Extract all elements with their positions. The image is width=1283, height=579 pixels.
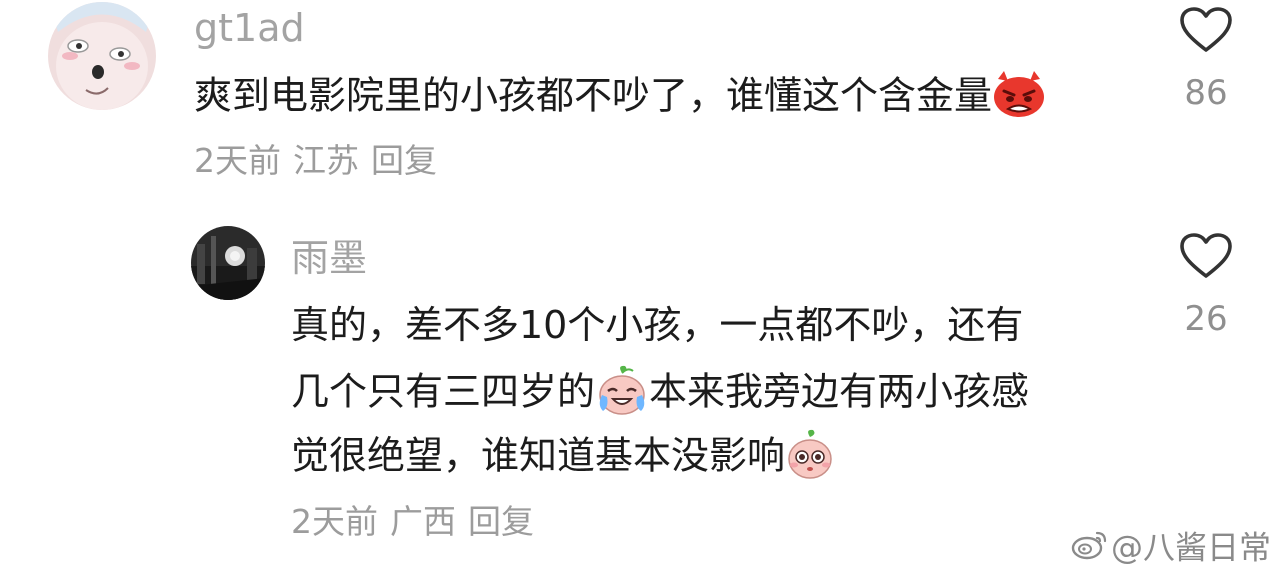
comment-location: 江苏: [293, 141, 359, 180]
comment-text: 真的，差不多10个小孩，一点都不吵，还有: [291, 306, 1023, 344]
comment-time: 2天前: [194, 141, 281, 180]
comment-text-line: 本来我旁边有两小孩感: [649, 369, 1030, 414]
like-button[interactable]: 86: [1171, 6, 1241, 110]
like-button[interactable]: 26: [1171, 232, 1241, 336]
reply-button[interactable]: 回复: [371, 141, 437, 180]
comment-text-line: 觉很绝望，谁知道基本没影响: [291, 433, 786, 478]
comment-location: 广西: [390, 502, 456, 541]
comment-meta: 2天前 广西 回复: [291, 505, 546, 538]
avatar[interactable]: [191, 226, 265, 300]
reply-button[interactable]: 回复: [468, 502, 534, 541]
like-count: 26: [1184, 299, 1228, 339]
weibo-icon: [1071, 528, 1109, 565]
angry-emoji: [992, 71, 1046, 117]
heart-icon[interactable]: [1179, 232, 1233, 280]
username[interactable]: gt1ad: [194, 9, 305, 47]
comment-time: 2天前: [291, 502, 378, 541]
avatar[interactable]: [48, 2, 156, 110]
comment-text-line: 几个只有三四岁的: [291, 369, 596, 414]
like-count: 86: [1184, 73, 1228, 113]
sprout-eyes-emoji: [785, 429, 835, 479]
watermark: @八酱日常: [1071, 531, 1271, 568]
crying-emoji: [595, 365, 649, 415]
comment-text: 爽到电影院里的小孩都不吵了，谁懂这个含金量: [194, 71, 1046, 121]
comment-text-line: 爽到电影院里的小孩都不吵了，谁懂这个含金量: [194, 73, 993, 118]
comment-text: 几个只有三四岁的 本来我旁边有两小孩感: [291, 365, 1030, 419]
comment-text-line: 真的，差不多10个小孩，一点都不吵，还有: [291, 303, 1024, 347]
watermark-text: @八酱日常: [1110, 528, 1271, 567]
heart-icon[interactable]: [1179, 6, 1233, 54]
username[interactable]: 雨墨: [291, 239, 367, 277]
comment-meta: 2天前 江苏 回复: [194, 144, 449, 177]
comment-text: 觉很绝望，谁知道基本没影响: [291, 429, 835, 483]
